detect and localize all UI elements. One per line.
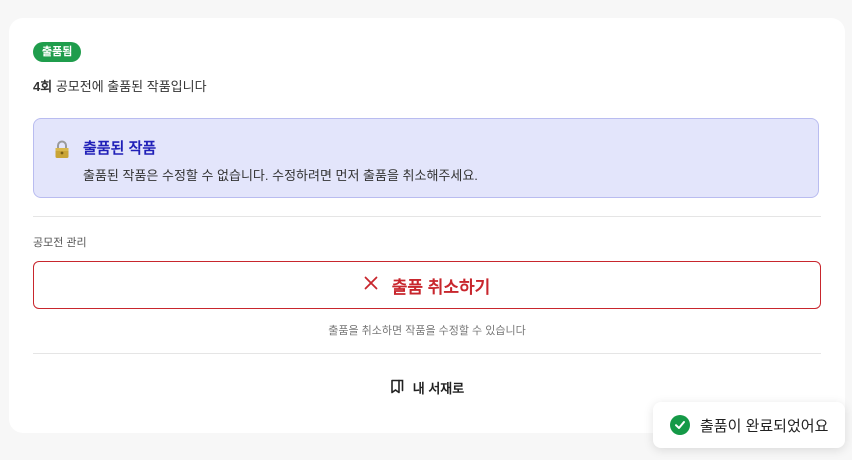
subtitle-text: 공모전에 출품된 작품입니다 <box>52 79 207 94</box>
divider <box>33 216 821 217</box>
success-toast: 출품이 완료되었어요 <box>653 402 845 448</box>
section-label: 공모전 관리 <box>33 237 87 249</box>
status-badge: 출품됨 <box>33 42 82 62</box>
cancel-submission-button[interactable]: 출품 취소하기 <box>33 261 821 309</box>
cancel-hint: 출품을 취소하면 작품을 수정할 수 있습니다 <box>328 325 526 337</box>
bookmark-book-icon <box>390 378 405 397</box>
my-library-label: 내 서재로 <box>412 381 465 396</box>
lock-icon <box>52 139 72 159</box>
my-library-button[interactable]: 내 서재로 <box>33 378 821 397</box>
notice-title: 출품된 작품 <box>83 140 157 157</box>
cancel-submission-label: 출품 취소하기 <box>391 277 491 297</box>
toast-message: 출품이 완료되었어요 <box>700 417 829 435</box>
close-icon <box>364 275 378 295</box>
notice-text: 출품된 작품은 수정할 수 없습니다. 수정하려면 먼저 출품을 취소해주세요. <box>83 168 478 183</box>
check-circle-icon <box>670 415 690 435</box>
divider <box>33 353 821 354</box>
submission-subtitle: 4회 공모전에 출품된 작품입니다 <box>33 76 207 95</box>
contest-round: 4회 <box>33 79 53 94</box>
locked-notice: 출품된 작품 출품된 작품은 수정할 수 없습니다. 수정하려면 먼저 출품을 … <box>33 118 819 198</box>
